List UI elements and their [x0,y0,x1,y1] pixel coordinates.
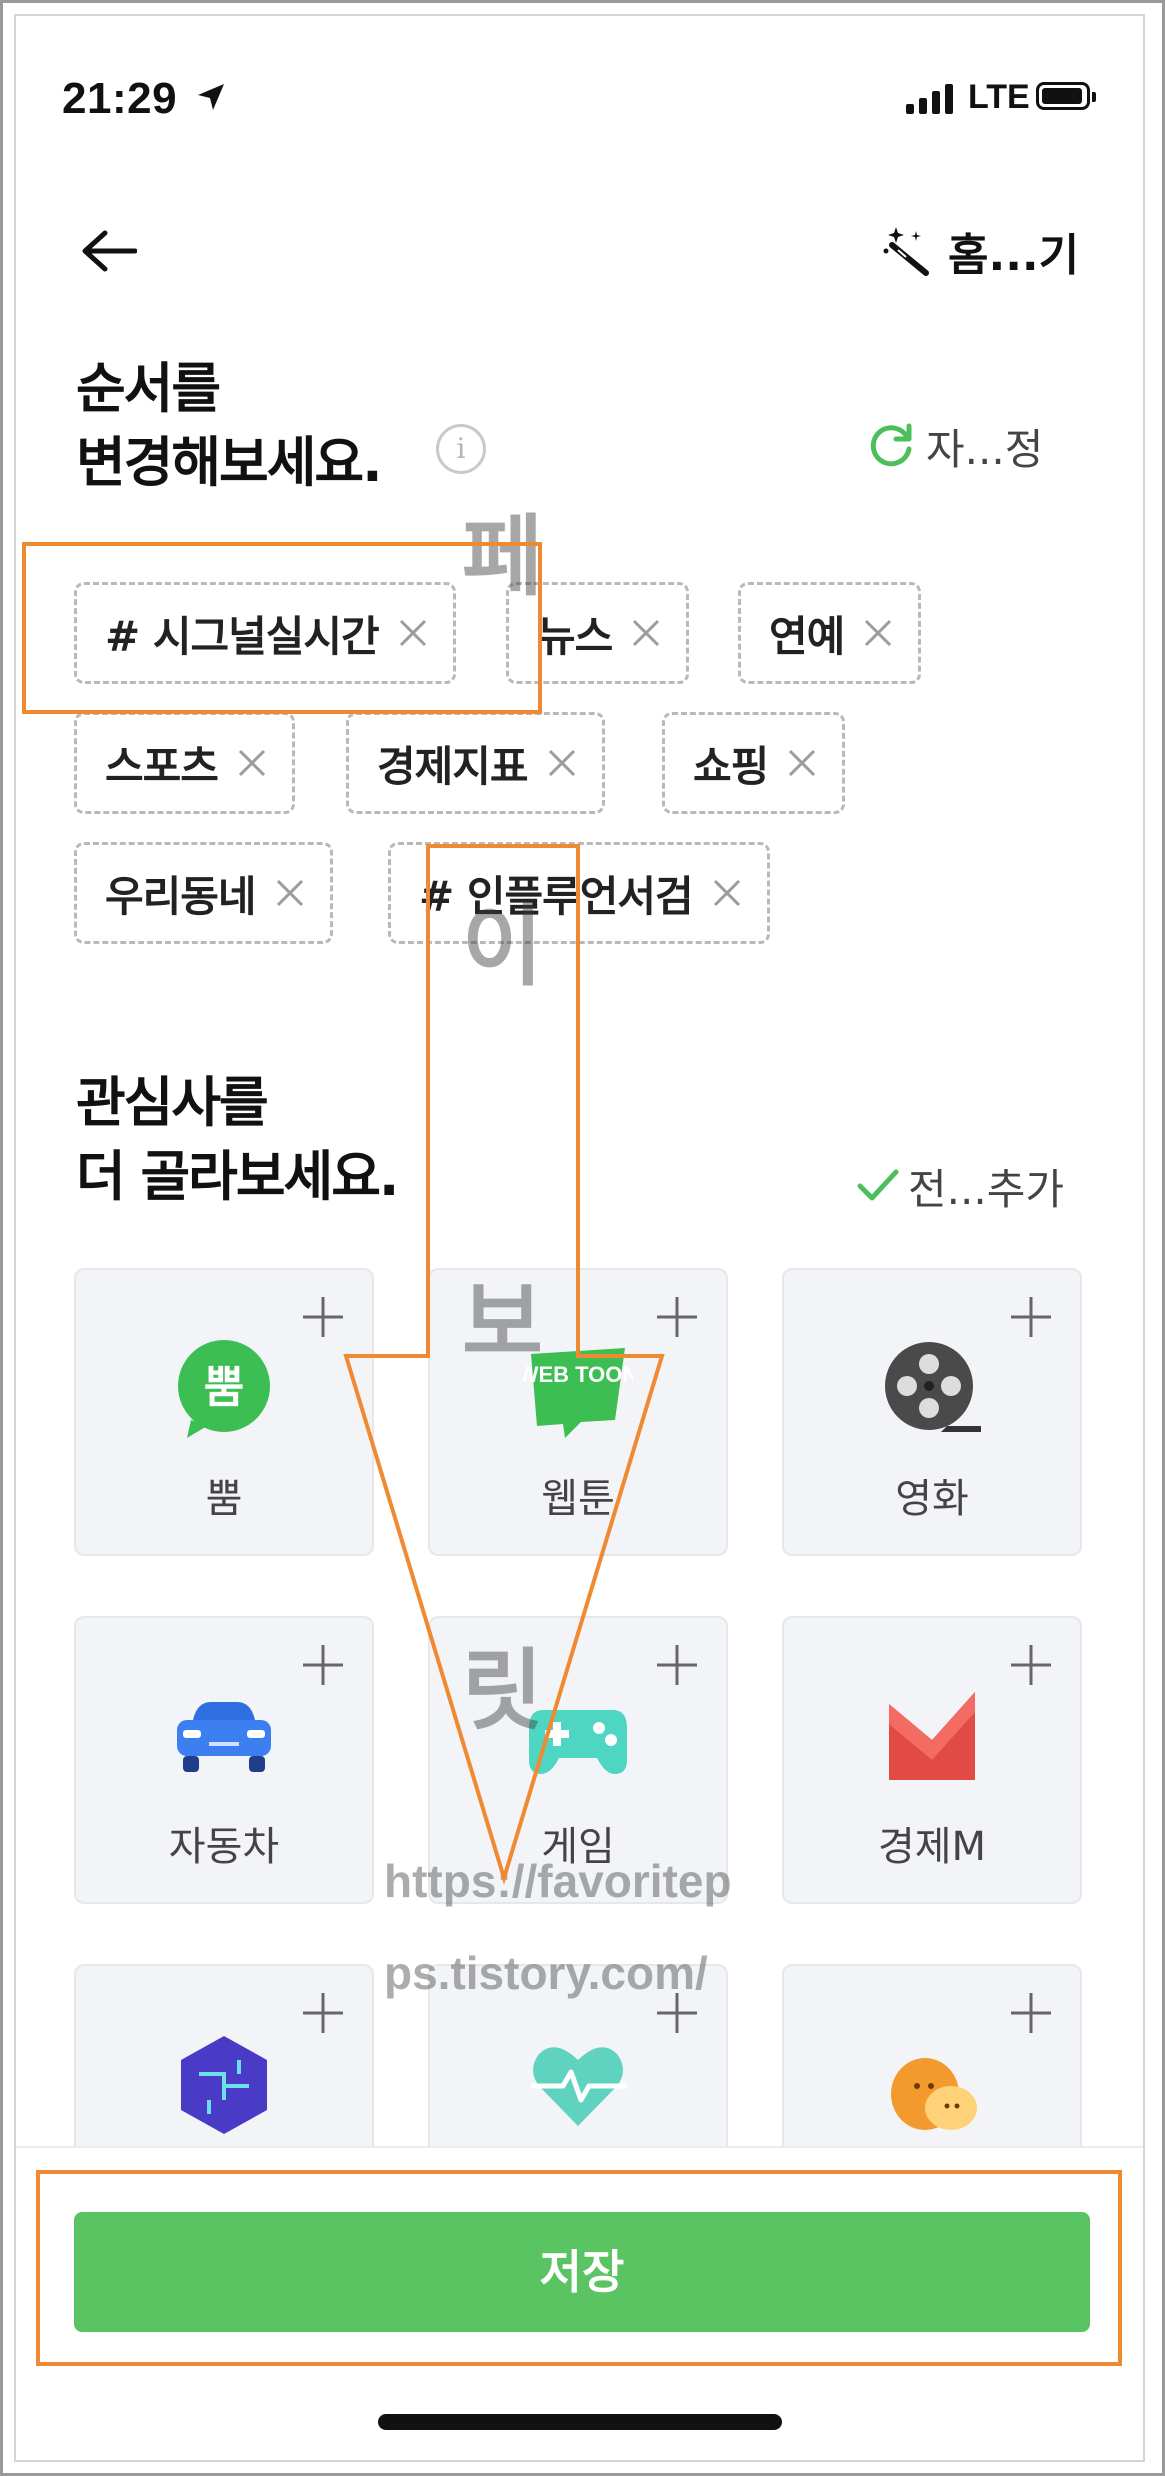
plus-icon[interactable] [1008,1294,1054,1340]
remove-icon[interactable] [546,747,578,779]
chip-sports[interactable]: 스포츠 [74,712,295,814]
film-reel-icon [877,1334,987,1444]
remove-icon[interactable] [397,617,429,649]
webtoon-icon-text: WEB TOON [523,1362,633,1387]
order-section-title: 순서를 변경해보세요. [76,352,383,500]
tech-hexagon-icon [169,2030,279,2140]
chip-label: 연예 [769,611,845,661]
plus-icon[interactable] [300,1990,346,2036]
remove-icon[interactable] [862,617,894,649]
interest-title-line1: 관심사를 [76,1071,269,1134]
checkmark-icon [857,1169,899,1201]
gamepad-icon [523,1682,633,1792]
chip-news[interactable]: 뉴스 [506,582,690,684]
characters-icon [877,2030,987,2140]
remove-icon[interactable] [274,877,306,909]
chip-label: 스포츠 [105,741,219,791]
phone-screen: 21:29 LTE 홈...기 순서를 변경해보세요. i 자...정 # 시그… [14,14,1145,2462]
chip-neighborhood[interactable]: 우리동네 [74,842,333,944]
chip-label: 경제지표 [377,741,529,791]
heart-pulse-icon [523,2030,633,2140]
card-game[interactable]: 게임 [428,1616,728,1904]
chip-label: # 인플루언서검 [419,871,694,921]
location-arrow-icon [198,84,224,110]
reset-button[interactable]: 자...정 [866,416,1043,476]
chip-label: 우리동네 [105,871,257,921]
webtoon-icon: WEB TOON [523,1334,633,1444]
plus-icon[interactable] [654,1642,700,1688]
status-time: 21:29 [62,74,178,123]
chip-label: # 시그널실시간 [105,611,380,661]
card-name: 영화 [895,1476,969,1522]
info-icon[interactable]: i [436,424,486,474]
interest-section-title: 관심사를 더 골라보세요. [76,1066,399,1214]
magic-wand-icon [883,227,929,276]
car-icon [169,1682,279,1792]
refresh-icon [870,423,912,467]
plus-icon[interactable] [654,1990,700,2036]
interest-title-line2: 더 골라보세요. [76,1145,399,1208]
chip-shopping[interactable]: 쇼핑 [662,712,846,814]
cellular-signal-icon [906,84,953,114]
card-car[interactable]: 자동차 [74,1616,374,1904]
plus-icon[interactable] [654,1294,700,1340]
card-name: 뿜 [205,1476,243,1522]
card-name: 경제M [877,1824,987,1870]
order-title-line1: 순서를 [76,357,221,420]
plus-icon[interactable] [300,1642,346,1688]
home-button-label: 홈...기 [948,230,1080,281]
add-all-label: 전...추가 [908,1164,1064,1214]
plus-icon[interactable] [300,1294,346,1340]
card-name: 자동차 [168,1824,280,1870]
home-button[interactable]: 홈...기 [882,216,1079,286]
back-arrow-icon [82,230,137,272]
plus-icon[interactable] [1008,1990,1054,2036]
card-economy-m[interactable]: 경제M [782,1616,1082,1904]
battery-icon [1036,82,1096,110]
card-webtoon[interactable]: WEB TOON 웹툰 [428,1268,728,1556]
reset-button-label: 자...정 [926,424,1044,474]
ppom-icon-text: 뿜 [204,1362,244,1413]
economy-m-icon [877,1682,987,1792]
chip-label: 뉴스 [537,611,613,661]
remove-icon[interactable] [786,747,818,779]
ppom-speech-bubble-icon: 뿜 [169,1334,279,1444]
add-all-button[interactable]: 전...추가 [856,1156,1064,1216]
remove-icon[interactable] [630,617,662,649]
chip-signal-realtime[interactable]: # 시그널실시간 [74,582,456,684]
back-button[interactable] [74,216,144,286]
card-name: 웹툰 [541,1476,615,1522]
home-indicator[interactable] [378,2414,782,2430]
order-title-line2: 변경해보세요. [76,431,383,494]
plus-icon[interactable] [1008,1642,1054,1688]
chip-influencer-search[interactable]: # 인플루언서검 [388,842,770,944]
chip-entertainment[interactable]: 연예 [738,582,922,684]
card-movie[interactable]: 영화 [782,1268,1082,1556]
chip-economy-index[interactable]: 경제지표 [346,712,605,814]
save-button[interactable]: 저장 [74,2212,1090,2332]
network-type: LTE [968,78,1030,116]
chip-label: 쇼핑 [693,741,769,791]
remove-icon[interactable] [236,747,268,779]
card-name: 게임 [541,1824,615,1870]
card-ppom[interactable]: 뿜 뿜 [74,1268,374,1556]
remove-icon[interactable] [711,877,743,909]
